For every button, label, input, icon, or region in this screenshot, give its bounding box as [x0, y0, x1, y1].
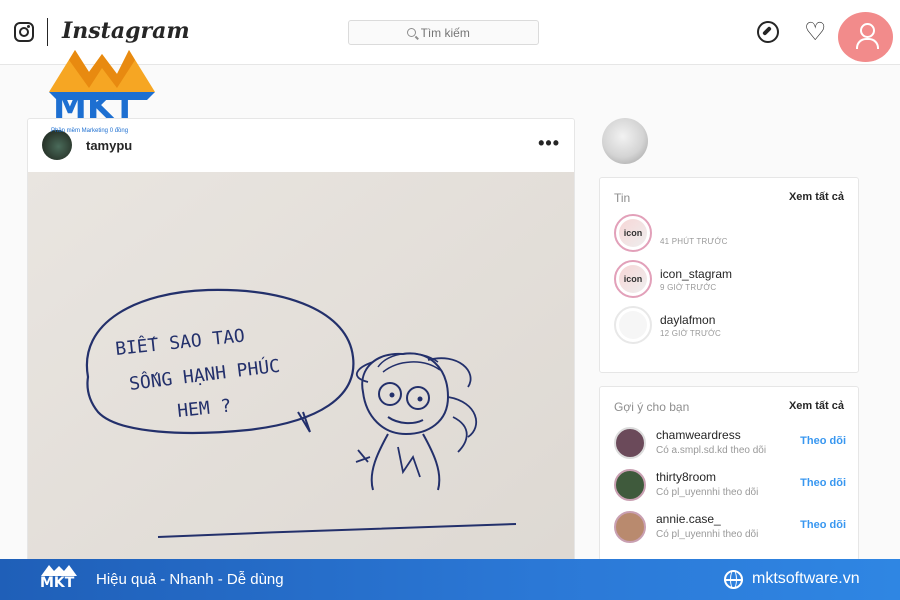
post-author-username[interactable]: tamypu: [86, 138, 132, 153]
search-icon: [406, 28, 416, 37]
handwritten-drawing: BIẾT SAO TAO SỐNG HẠNH PHÚC HEM ?: [28, 172, 574, 599]
story-item[interactable]: daylafmon 12 GIỜ TRƯỚC: [614, 306, 846, 346]
mkt-logo-subtitle: Phần mềm Marketing 0 đồng: [51, 128, 129, 134]
suggestions-panel: Gợi ý cho bạn Xem tất cả chamweardress C…: [599, 386, 859, 561]
suggestion-avatar[interactable]: [614, 427, 646, 459]
globe-icon: [724, 570, 743, 589]
story-username: icon_stagram: [660, 267, 733, 281]
mkt-logo-text: MKT: [53, 87, 137, 127]
story-avatar: icon: [619, 219, 647, 247]
suggestion-avatar[interactable]: [614, 511, 646, 543]
stories-title: Tin: [614, 191, 631, 205]
search-input[interactable]: [420, 25, 481, 40]
search-box[interactable]: [348, 20, 539, 45]
suggestion-item: chamweardress Có a.smpl.sd.kd theo dõi T…: [614, 427, 846, 467]
story-avatar: icon: [619, 265, 647, 293]
suggestion-item: annie.case_ Có pl_uyennhi theo dõi Theo …: [614, 511, 846, 551]
banner-website-link[interactable]: mktsoftware.vn: [752, 570, 860, 588]
current-user-avatar[interactable]: [602, 118, 648, 164]
mkt-promo-banner: MKT Hiệu quả - Nhanh - Dễ dùng mktsoftwa…: [0, 559, 900, 600]
person-icon: [855, 23, 879, 49]
mkt-watermark-logo: MKT Phần mềm Marketing 0 đồng: [47, 42, 157, 140]
mkt-banner-logo-text: MKT: [40, 575, 75, 591]
banner-tagline: Hiệu quả - Nhanh - Dễ dùng: [96, 571, 284, 588]
feed-post: tamypu ••• BIẾT SAO TAO SỐNG HẠNH PHÚC H…: [27, 118, 575, 600]
story-item[interactable]: icon icon_stagram 9 GIỜ TRƯỚC: [614, 260, 846, 300]
explore-compass-icon[interactable]: [757, 21, 779, 43]
story-item[interactable]: icon 41 PHÚT TRƯỚC: [614, 214, 846, 254]
suggestion-avatar[interactable]: [614, 469, 646, 501]
story-avatar-ring: [614, 306, 652, 344]
mkt-banner-logo: MKT: [40, 563, 78, 596]
story-avatar-ring: icon: [614, 260, 652, 298]
story-time: 41 PHÚT TRƯỚC: [660, 237, 728, 246]
stories-panel: Tin Xem tất cả icon 41 PHÚT TRƯỚC icon i…: [599, 177, 859, 373]
activity-heart-icon[interactable]: ♡: [804, 19, 826, 44]
suggestion-username[interactable]: chamweardress: [656, 428, 741, 442]
story-time: 12 GIỜ TRƯỚC: [660, 329, 722, 338]
suggestion-followed-by: Có pl_uyennhi theo dõi: [656, 529, 759, 540]
follow-button[interactable]: Theo dõi: [800, 435, 846, 447]
instagram-wordmark[interactable]: Instagram: [62, 18, 190, 44]
follow-button[interactable]: Theo dõi: [800, 477, 846, 489]
stories-see-all-link[interactable]: Xem tất cả: [789, 191, 844, 203]
suggestions-title: Gợi ý cho bạn: [614, 400, 690, 414]
story-avatar-ring: icon: [614, 214, 652, 252]
story-avatar: [619, 311, 647, 339]
suggestion-username[interactable]: thirty8room: [656, 470, 716, 484]
suggestions-see-all-link[interactable]: Xem tất cả: [789, 400, 844, 412]
story-time: 9 GIỜ TRƯỚC: [660, 283, 717, 292]
profile-button[interactable]: [838, 12, 893, 62]
story-username: daylafmon: [660, 313, 716, 327]
instagram-camera-icon[interactable]: [14, 22, 34, 42]
suggestion-followed-by: Có a.smpl.sd.kd theo dõi: [656, 445, 767, 456]
suggestion-username[interactable]: annie.case_: [656, 512, 721, 526]
suggestion-item: thirty8room Có pl_uyennhi theo dõi Theo …: [614, 469, 846, 509]
follow-button[interactable]: Theo dõi: [800, 519, 846, 531]
post-more-options-icon[interactable]: •••: [538, 133, 560, 154]
post-image[interactable]: BIẾT SAO TAO SỐNG HẠNH PHÚC HEM ?: [28, 172, 574, 599]
suggestion-followed-by: Có pl_uyennhi theo dõi: [656, 487, 759, 498]
